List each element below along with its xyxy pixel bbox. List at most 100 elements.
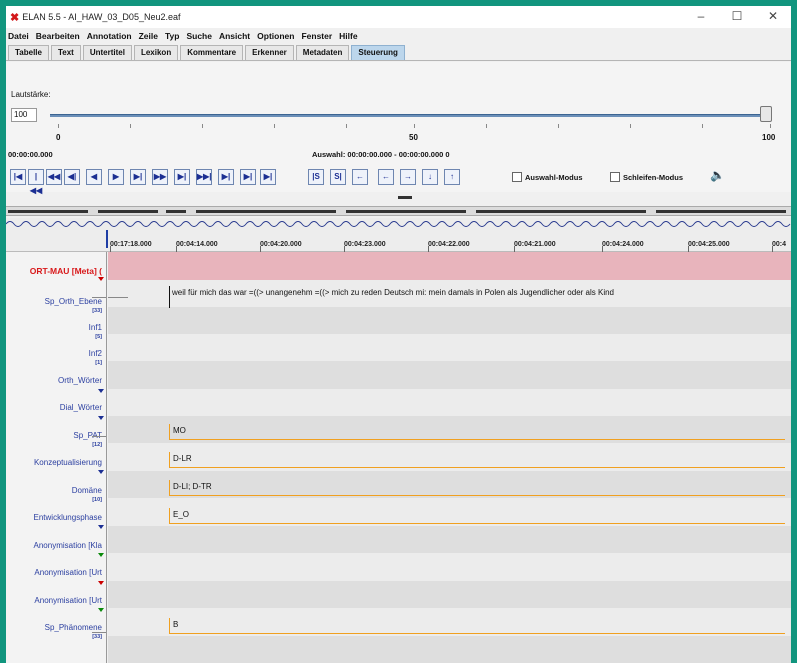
- next-second-button[interactable]: ▶|: [174, 169, 190, 185]
- next-annotation-button[interactable]: →: [400, 169, 416, 185]
- tier-connector: [92, 632, 106, 633]
- annotation-sp-pat[interactable]: MO: [173, 426, 186, 435]
- tier-row-ort-mau[interactable]: [108, 252, 791, 280]
- extra-nav-button[interactable]: ▶|: [240, 169, 256, 185]
- tier-row-dial-woerter[interactable]: [108, 389, 791, 416]
- annotation-phaenomene[interactable]: B: [173, 620, 178, 629]
- tier-arrow-icon: [98, 470, 104, 474]
- ruler-label: 00:04:14.000: [176, 241, 218, 248]
- tier-row-entwicklung[interactable]: [108, 498, 791, 526]
- tier-count: [1]: [95, 360, 102, 366]
- tier-name-inf2[interactable]: Inf2: [89, 349, 102, 358]
- tier-row-orth-woerter[interactable]: [108, 361, 791, 389]
- divider-handle[interactable]: [398, 196, 412, 199]
- tier-name-domaene[interactable]: Domäne: [72, 486, 102, 495]
- menu-optionen[interactable]: Optionen: [257, 31, 294, 41]
- tier-name-sp-orth[interactable]: Sp_Orth_Ebene: [45, 297, 102, 306]
- tab-tabelle[interactable]: Tabelle: [8, 45, 49, 60]
- tier-count: [33]: [92, 634, 102, 640]
- go-to-begin-button[interactable]: |◀: [10, 169, 26, 185]
- go-to-end-button[interactable]: ▶|: [218, 169, 234, 185]
- tier-row-anon-kla[interactable]: [108, 526, 791, 553]
- time-ruler[interactable]: 00:17:18.000 00:04:14.000 00:04:20.000 0…: [6, 230, 791, 252]
- tier-name-entwicklungsphase[interactable]: Entwicklungsphase: [34, 513, 102, 522]
- minimize-button[interactable]: –: [683, 6, 719, 28]
- annotation-area[interactable]: weil für mich das war =((> unangenehm =(…: [108, 252, 791, 663]
- previous-annotation-button[interactable]: ←: [378, 169, 394, 185]
- ruler-label: 00:04:22.000: [428, 241, 470, 248]
- menu-suche[interactable]: Suche: [186, 31, 212, 41]
- clear-selection-button[interactable]: ←: [352, 169, 368, 185]
- ruler-label: 00:4: [772, 241, 787, 248]
- loop-mode-checkbox[interactable]: [610, 172, 620, 182]
- previous-pixel-button[interactable]: ◀: [86, 169, 102, 185]
- next-pixel-button[interactable]: ▶|: [130, 169, 146, 185]
- annotation-down-button[interactable]: ↓: [422, 169, 438, 185]
- tab-lexikon[interactable]: Lexikon: [133, 45, 179, 60]
- annotation-entwicklung[interactable]: E_O: [173, 510, 189, 519]
- menu-annotation[interactable]: Annotation: [87, 31, 132, 41]
- close-button[interactable]: ✕: [755, 6, 791, 28]
- tier-name-orth-woerter[interactable]: Orth_Wörter: [58, 376, 102, 385]
- next-scrollview-button[interactable]: ▶▶|: [196, 169, 212, 185]
- annotation-boundary: [169, 618, 170, 634]
- annotation-konzept[interactable]: D-LR: [173, 454, 192, 463]
- annotation-up-button[interactable]: ↑: [444, 169, 460, 185]
- menu-bearbeiten[interactable]: Bearbeiten: [36, 31, 80, 41]
- annotation-domaene[interactable]: D-LI; D-TR: [173, 482, 212, 491]
- loop-mode-label: Schleifen-Modus: [623, 173, 684, 182]
- maximize-button[interactable]: ☐: [719, 6, 755, 28]
- speaker-icon[interactable]: 🔈: [710, 168, 725, 182]
- slider-tick: [346, 124, 347, 128]
- tab-text[interactable]: Text: [50, 45, 81, 60]
- tier-row-empty: [108, 636, 791, 663]
- tier-name-anonymisation-kla[interactable]: Anonymisation [Kla: [34, 541, 102, 550]
- tab-erkenner[interactable]: Erkenner: [245, 45, 294, 60]
- tier-row-anon-urt-2[interactable]: [108, 581, 791, 608]
- selection-end-button[interactable]: S|: [330, 169, 346, 185]
- play-button[interactable]: ▶: [108, 169, 124, 185]
- volume-input[interactable]: 100: [11, 108, 37, 122]
- previous-second-button[interactable]: ◀◀: [46, 169, 62, 185]
- extra-nav-button[interactable]: ▶|: [260, 169, 276, 185]
- tier-row-inf1[interactable]: [108, 307, 791, 334]
- tier-row-sp-phaenomene[interactable]: [108, 608, 791, 636]
- selection-begin-button[interactable]: |S: [308, 169, 324, 185]
- tab-kommentare[interactable]: Kommentare: [180, 45, 244, 60]
- annotation-boundary: [169, 424, 170, 440]
- next-frame-button[interactable]: ▶▶: [152, 169, 168, 185]
- tab-bar: Tabelle Text Untertitel Lexikon Kommenta…: [6, 44, 791, 61]
- tier-name-anonymisation-urt-1[interactable]: Anonymisation [Urt: [34, 568, 102, 577]
- tab-untertitel[interactable]: Untertitel: [82, 45, 132, 60]
- previous-frame-button[interactable]: ◀|: [64, 169, 80, 185]
- volume-slider-thumb[interactable]: [760, 106, 772, 122]
- tier-name-konzeptualisierung[interactable]: Konzeptualisierung: [34, 458, 102, 467]
- selection-readout: Auswahl: 00:00:00.000 - 00:00:00.000 0: [312, 150, 450, 159]
- menu-ansicht[interactable]: Ansicht: [219, 31, 250, 41]
- tab-steuerung[interactable]: Steuerung: [351, 45, 405, 60]
- tier-row-anon-urt-1[interactable]: [108, 553, 791, 581]
- tab-metadaten[interactable]: Metadaten: [295, 45, 350, 60]
- menu-typ[interactable]: Typ: [165, 31, 179, 41]
- menu-zeile[interactable]: Zeile: [139, 31, 158, 41]
- slider-label-mid: 50: [409, 133, 418, 142]
- annotation-span-line: [169, 439, 785, 440]
- waveform-strip[interactable]: [6, 218, 791, 230]
- tier-name-sp-phaenomene[interactable]: Sp_Phänomene: [45, 623, 102, 632]
- annotation-sp-orth[interactable]: weil für mich das war =((> unangenehm =(…: [172, 288, 614, 297]
- volume-slider-track[interactable]: [50, 114, 770, 117]
- tier-row-inf2[interactable]: [108, 334, 791, 361]
- split-bar[interactable]: [6, 206, 791, 216]
- tier-name-anonymisation-urt-2[interactable]: Anonymisation [Urt: [34, 596, 102, 605]
- menu-hilfe[interactable]: Hilfe: [339, 31, 357, 41]
- previous-scrollview-button[interactable]: |◀◀: [28, 169, 44, 195]
- tier-name-inf1[interactable]: Inf1: [89, 323, 102, 332]
- menu-datei[interactable]: Datei: [8, 31, 29, 41]
- annotation-boundary: [169, 286, 170, 308]
- crosshair-marker[interactable]: [106, 230, 108, 248]
- tier-name-dial-woerter[interactable]: Dial_Wörter: [60, 403, 102, 412]
- menu-fenster[interactable]: Fenster: [301, 31, 332, 41]
- slider-tick: [630, 124, 631, 128]
- selection-mode-checkbox[interactable]: [512, 172, 522, 182]
- tier-name-ort-mau[interactable]: ORT-MAU [Meta] (: [30, 266, 102, 276]
